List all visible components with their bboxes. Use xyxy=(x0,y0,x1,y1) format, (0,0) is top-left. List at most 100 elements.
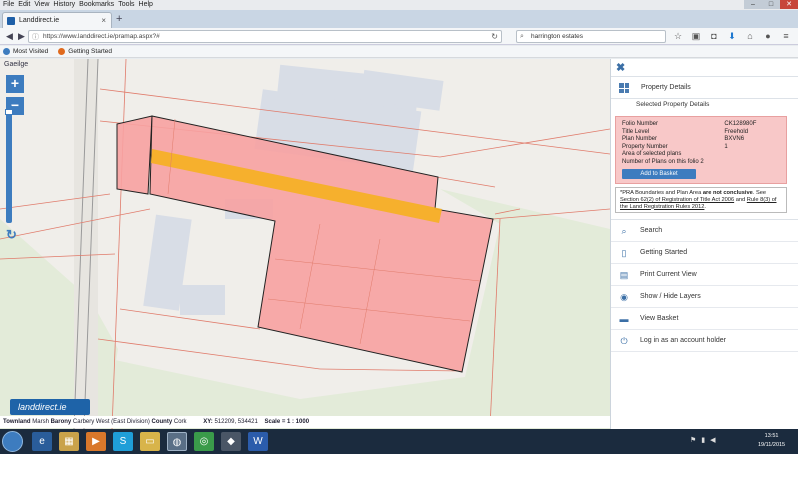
landdirect-logo: landdirect.ie xyxy=(10,399,90,415)
detail-label: Number of Plans on this folio xyxy=(622,158,699,165)
scale-label: Scale = 1 : 1000 xyxy=(264,419,310,425)
download-icon[interactable]: ⬇ xyxy=(726,30,738,43)
pocket-icon[interactable]: ◘ xyxy=(708,30,720,43)
section-link[interactable]: Section 62(2) of Registration of Title A… xyxy=(620,197,734,203)
property-details-table: Folio Number CK128980F Title Level Freehol… xyxy=(622,121,780,166)
county-label: County xyxy=(151,419,173,425)
note-text: and xyxy=(734,196,747,203)
volume-icon[interactable]: ◀ xyxy=(710,436,715,444)
language-link[interactable]: Gaeilge xyxy=(4,61,28,68)
close-icon[interactable]: ✕ xyxy=(780,0,798,9)
menu-label: Print Current View xyxy=(640,271,697,279)
tab-landdirect[interactable]: Landdirect.ie × xyxy=(2,12,112,28)
reload-icon[interactable]: ↻ xyxy=(491,31,498,42)
panel-menu: ⌕ Search ▯ Getting Started ▤ Print Curre… xyxy=(611,219,798,353)
barony-value: Carbery West (East Division) xyxy=(72,419,150,425)
menu-basket[interactable]: ▬ View Basket xyxy=(611,308,798,331)
zoom-slider-handle[interactable] xyxy=(5,109,13,115)
detail-label: Area of selected plans xyxy=(622,151,682,157)
menu-login[interactable]: ⏻ Log in as an account holder xyxy=(611,330,798,353)
grid-icon xyxy=(619,83,629,93)
power-icon: ⏻ xyxy=(620,336,628,347)
detail-row: Plan Number BXVN6 xyxy=(622,136,780,144)
eye-icon: ◉ xyxy=(620,292,628,303)
menu-history[interactable]: History xyxy=(53,0,75,10)
search-input[interactable]: ⌕ harrington estates xyxy=(516,30,666,43)
tab-bar: Landdirect.ie × + xyxy=(0,10,798,28)
panel-close-icon[interactable]: ✖ xyxy=(611,59,798,77)
bookmarks-bar: Most Visited Getting Started xyxy=(0,46,798,58)
star-icon[interactable]: ☆ xyxy=(672,30,684,43)
chat-icon[interactable]: ● xyxy=(762,30,774,43)
detail-label: Folio Number xyxy=(622,121,659,127)
menu-layers[interactable]: ◉ Show / Hide Layers xyxy=(611,286,798,309)
word-icon[interactable]: W xyxy=(248,432,268,451)
zoom-slider[interactable] xyxy=(5,105,13,223)
detail-value: 2 xyxy=(700,158,704,165)
xy-label: XY: xyxy=(203,419,213,425)
detail-label: Title Level xyxy=(622,128,650,135)
firefox-icon[interactable]: ◍ xyxy=(167,432,187,451)
menu-tools[interactable]: Tools xyxy=(118,0,134,10)
menu-help[interactable]: Help xyxy=(139,0,153,10)
printer-icon: ▤ xyxy=(619,270,629,281)
search-icon: ⌕ xyxy=(621,226,627,237)
menu-edit[interactable]: Edit xyxy=(18,0,30,10)
lock-icon: ⓘ xyxy=(32,34,39,41)
map-view[interactable]: Gaeilge + − ↻ landdirect.ie Townland Mar… xyxy=(0,59,610,429)
system-tray: ⚑ ▮ ◀ xyxy=(690,436,716,444)
menu-icon[interactable]: ≡ xyxy=(780,30,792,43)
menu-bookmarks[interactable]: Bookmarks xyxy=(79,0,114,10)
ie-icon[interactable]: e xyxy=(32,432,52,451)
townland-label: Townland xyxy=(3,419,31,425)
media-icon[interactable]: ▶ xyxy=(86,432,106,451)
search-value: harrington estates xyxy=(531,33,584,40)
menu-view[interactable]: View xyxy=(34,0,49,10)
note-text: . xyxy=(704,203,707,210)
home-icon[interactable]: ⌂ xyxy=(744,30,756,43)
property-details-title: Property Details xyxy=(641,84,691,91)
chrome-icon[interactable]: ◎ xyxy=(194,432,214,451)
add-to-basket-button[interactable]: Add to Basket xyxy=(622,169,696,179)
barony-label: Barony xyxy=(50,419,72,425)
bookmark-most-visited[interactable]: Most Visited xyxy=(3,46,48,57)
menu-getting-started[interactable]: ▯ Getting Started xyxy=(611,242,798,265)
start-button[interactable] xyxy=(2,431,23,452)
disclaimer-note: *PRA Boundaries and Plan Area are not co… xyxy=(615,187,787,214)
map-canvas xyxy=(0,59,610,429)
network-icon[interactable]: ▮ xyxy=(701,436,705,444)
folder-icon[interactable]: ▭ xyxy=(140,432,160,451)
skype-icon[interactable]: S xyxy=(113,432,133,451)
clock[interactable]: 13:51 19/11/2015 xyxy=(758,432,785,450)
detail-label: Plan Number xyxy=(622,136,658,142)
forward-icon[interactable]: ▶ xyxy=(15,30,28,43)
minimize-icon[interactable]: – xyxy=(744,0,762,9)
clipboard-icon[interactable]: ▣ xyxy=(690,30,702,43)
document-icon: ▯ xyxy=(621,248,627,259)
zoom-in-button[interactable]: + xyxy=(6,75,24,93)
clock-time: 13:51 xyxy=(764,433,779,439)
detail-row: Property Number 1 xyxy=(622,144,780,152)
detail-row: Folio Number CK128980F xyxy=(622,121,780,129)
flag-icon[interactable]: ⚑ xyxy=(690,436,696,444)
bookmark-label: Getting Started xyxy=(68,47,113,55)
maximize-icon[interactable]: □ xyxy=(762,0,780,9)
menu-print[interactable]: ▤ Print Current View xyxy=(611,264,798,287)
menu-label: Search xyxy=(640,227,663,235)
bookmark-getting-started[interactable]: Getting Started xyxy=(58,46,112,57)
new-tab-button[interactable]: + xyxy=(116,13,122,25)
app-icon[interactable]: ◆ xyxy=(221,432,241,451)
note-text: . See xyxy=(752,190,767,196)
refresh-icon[interactable]: ↻ xyxy=(6,227,17,243)
property-details-header[interactable]: Property Details xyxy=(611,77,798,99)
toolbar-icons: ☆ ▣ ◘ ⬇ ⌂ ● ≡ xyxy=(672,30,792,43)
detail-row: Title Level Freehold xyxy=(622,129,780,137)
tab-close-icon[interactable]: × xyxy=(101,13,106,28)
menu-file[interactable]: File xyxy=(3,0,14,10)
menu-search[interactable]: ⌕ Search xyxy=(611,220,798,243)
menu-label: Show / Hide Layers xyxy=(640,293,701,301)
menu-bar: File Edit View History Bookmarks Tools H… xyxy=(0,0,798,10)
explorer-icon[interactable]: ▦ xyxy=(59,432,79,451)
note-text: *PRA Boundaries and Plan Area xyxy=(620,190,703,196)
url-bar[interactable]: ⓘ https://www.landdirect.ie/pramap.aspx?… xyxy=(28,30,502,43)
